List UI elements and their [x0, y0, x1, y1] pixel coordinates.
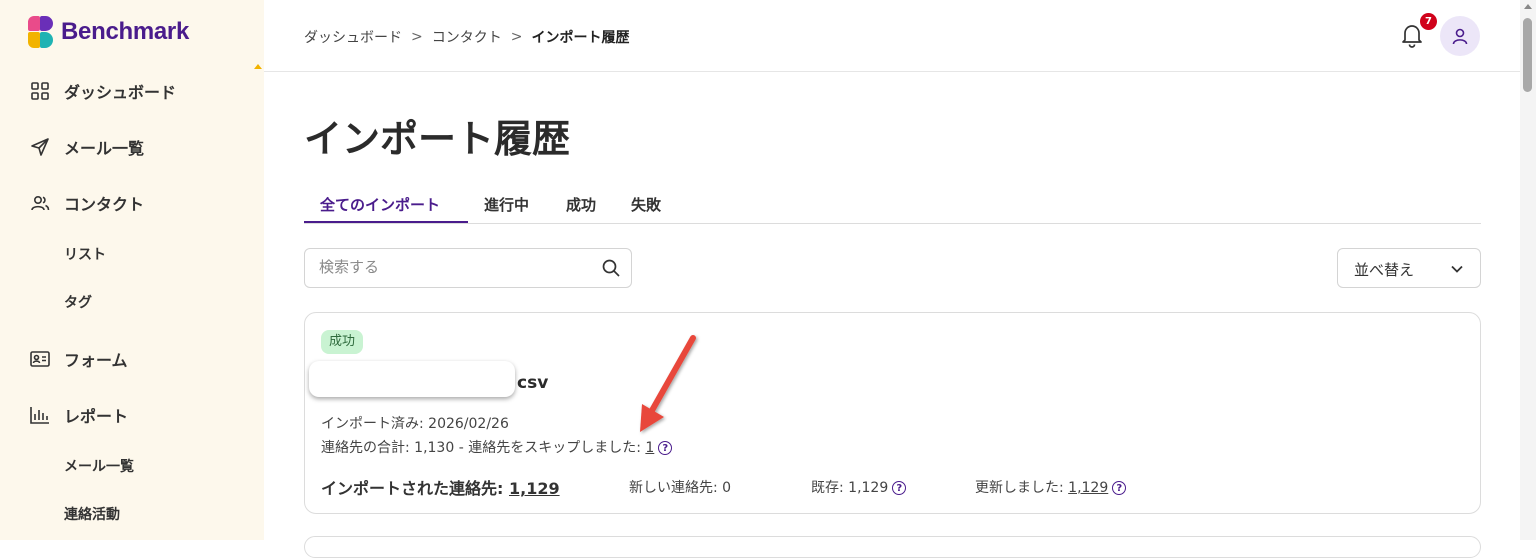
send-icon	[30, 137, 50, 157]
scroll-up-arrow-icon[interactable]	[1524, 4, 1532, 9]
sidebar-item-forms[interactable]: フォーム	[30, 345, 128, 373]
chevron-down-icon	[1450, 261, 1464, 275]
next-import-card[interactable]	[304, 536, 1481, 558]
import-tabs: 全てのインポート 進行中 成功 失敗	[304, 186, 1481, 224]
sidebar-item-engagement[interactable]: 連絡活動	[64, 504, 120, 524]
breadcrumb-dashboard[interactable]: ダッシュボード	[304, 27, 402, 47]
benchmark-logo[interactable]: Benchmark	[28, 16, 189, 48]
sidebar-item-label: コンタクト	[64, 195, 145, 214]
existing-contacts-label: 既存: 1,129	[811, 480, 889, 496]
imported-contacts: インポートされた連絡先: 1,129	[321, 475, 560, 499]
updated-contacts-link[interactable]: 1,129	[1068, 480, 1108, 496]
bar-chart-icon	[30, 405, 50, 425]
annotation-arrow-icon	[640, 335, 696, 432]
help-icon[interactable]: ?	[892, 481, 907, 495]
new-contacts: 新しい連絡先: 0	[629, 480, 732, 496]
import-history-card[interactable]: 成功 csv インポート済み: 2026/02/26 連絡先の合計: 1,130…	[304, 312, 1481, 514]
avatar[interactable]	[1440, 16, 1480, 56]
breadcrumb-current: インポート履歴	[531, 30, 630, 46]
search-input[interactable]	[319, 258, 589, 276]
imported-date: インポート済み: 2026/02/26	[321, 416, 509, 432]
search-icon[interactable]	[601, 258, 621, 278]
sidebar-item-emails[interactable]: メール一覧	[30, 133, 144, 161]
redacted-filename	[309, 361, 515, 397]
sidebar-item-label: ダッシュボード	[64, 83, 177, 102]
sidebar-item-label: メール一覧	[64, 139, 145, 158]
sidebar-item-dashboard[interactable]: ダッシュボード	[30, 77, 176, 105]
sidebar-item-report-emails[interactable]: メール一覧	[64, 456, 134, 476]
tab-all-imports[interactable]: 全てのインポート	[320, 194, 440, 215]
sort-dropdown[interactable]: 並べ替え	[1337, 248, 1481, 288]
contact-total-line: 連絡先の合計: 1,130 - 連絡先をスキップしました: 1?	[321, 437, 673, 457]
help-icon[interactable]: ?	[1112, 481, 1127, 495]
imported-contacts-link[interactable]: 1,129	[509, 479, 560, 498]
sidebar-item-reports[interactable]: レポート	[30, 401, 128, 429]
breadcrumb-separator: >	[510, 29, 523, 45]
scroll-thumb[interactable]	[1523, 18, 1532, 92]
sidebar-item-tags[interactable]: タグ	[64, 292, 92, 312]
logo-text: Benchmark	[61, 18, 190, 45]
updated-contacts: 更新しました: 1,129?	[975, 477, 1127, 497]
sidebar-item-label: フォーム	[64, 351, 128, 370]
id-card-icon	[30, 349, 50, 369]
grid-icon	[30, 81, 50, 101]
existing-contacts: 既存: 1,129?	[811, 477, 907, 497]
sort-label: 並べ替え	[1354, 261, 1415, 279]
breadcrumb-contacts[interactable]: コンタクト	[432, 27, 502, 47]
sidebar-collapse-caret-icon[interactable]	[254, 64, 262, 69]
sidebar-item-label: レポート	[64, 407, 129, 426]
page-title: インポート履歴	[304, 117, 571, 161]
breadcrumb-separator: >	[411, 29, 423, 45]
top-header: ダッシュボード > コンタクト > インポート履歴 7	[264, 0, 1520, 72]
tab-in-progress[interactable]: 進行中	[484, 194, 529, 215]
sidebar: Benchmark ダッシュボード メール一覧 コンタクト リスト タグ フォー…	[0, 0, 264, 540]
benchmark-logo-icon	[28, 16, 54, 48]
imported-contacts-label: インポートされた連絡先:	[321, 479, 509, 498]
sidebar-item-contacts[interactable]: コンタクト	[30, 189, 144, 217]
users-icon	[30, 193, 50, 213]
active-tab-underline	[304, 221, 468, 223]
tab-success[interactable]: 成功	[566, 194, 596, 215]
page-scrollbar[interactable]	[1520, 0, 1536, 540]
sidebar-item-lists[interactable]: リスト	[64, 244, 106, 264]
notification-badge: 7	[1420, 13, 1437, 30]
contact-total-text: 連絡先の合計: 1,130 - 連絡先をスキップしました:	[321, 440, 646, 456]
breadcrumb: ダッシュボード > コンタクト > インポート履歴	[304, 27, 629, 47]
search-box[interactable]	[304, 248, 632, 288]
tab-failed[interactable]: 失敗	[631, 194, 661, 215]
file-extension: csv	[517, 373, 549, 393]
status-badge: 成功	[321, 330, 364, 354]
updated-contacts-label: 更新しました:	[975, 480, 1069, 496]
